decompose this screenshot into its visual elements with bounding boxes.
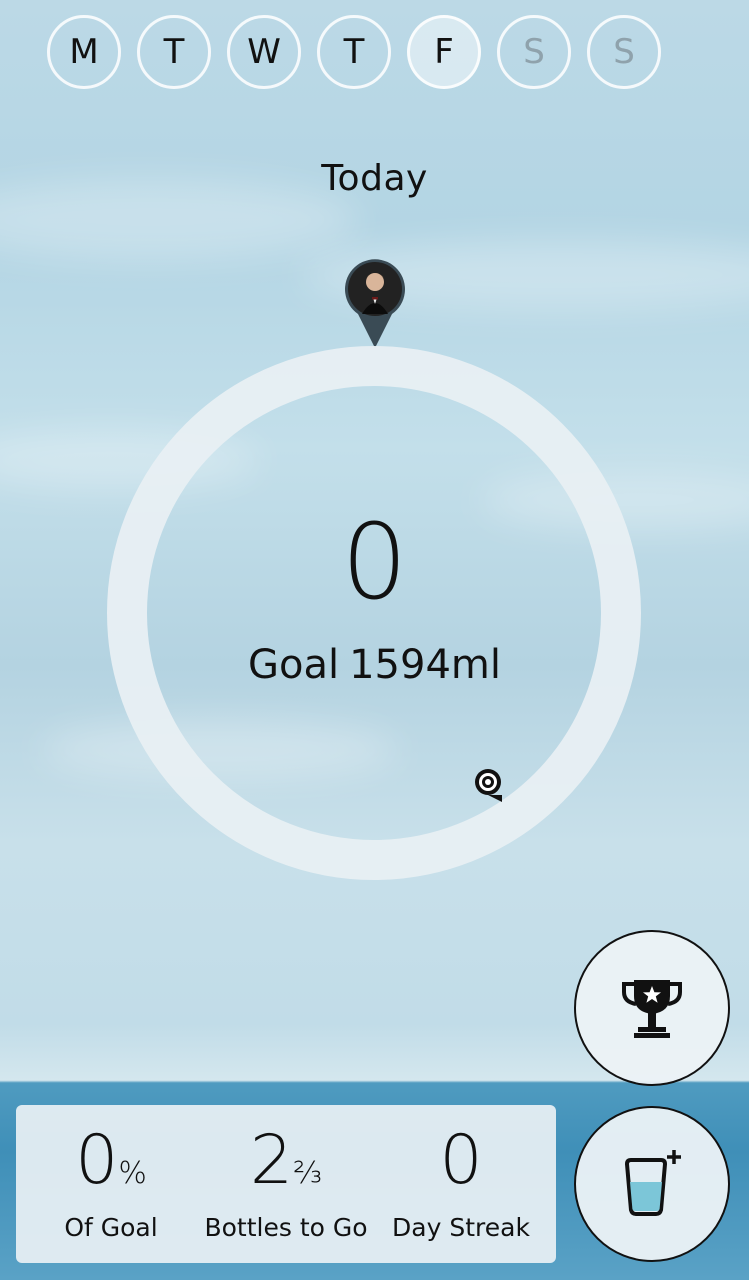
add-drink-icon (624, 1150, 681, 1216)
goal-text: Goal 1594ml (0, 642, 749, 688)
day-sunday[interactable]: S (587, 15, 661, 89)
avatar-pin[interactable] (344, 258, 406, 348)
day-monday[interactable]: M (47, 15, 121, 89)
goal-value: 1594ml (349, 642, 501, 688)
percent-label: Of Goal (64, 1213, 158, 1242)
day-saturday[interactable]: S (497, 15, 571, 89)
week-day-selector: M T W T F S S (47, 15, 661, 89)
streak-value: 0 (439, 1121, 483, 1200)
water-count: 0 (341, 501, 408, 623)
target-marker-icon (475, 769, 502, 802)
trophy-icon (622, 980, 682, 1038)
bottles-fraction: ⅔ (293, 1156, 323, 1191)
bottles-label: Bottles to Go (204, 1213, 368, 1242)
stats-panel: 0% Of Goal 2⅔ Bottles to Go 0 Day Streak (16, 1105, 556, 1263)
streak-label: Day Streak (392, 1213, 530, 1242)
day-tuesday[interactable]: T (137, 15, 211, 89)
day-thursday[interactable]: T (317, 15, 391, 89)
stat-day-streak: 0 Day Streak (391, 1121, 531, 1243)
day-wednesday[interactable]: W (227, 15, 301, 89)
day-friday[interactable]: F (407, 15, 481, 89)
add-drink-button[interactable] (574, 1106, 730, 1262)
achievements-button[interactable] (574, 930, 730, 1086)
bottles-value: 2 (249, 1121, 294, 1200)
percent-suffix: % (118, 1156, 147, 1191)
stat-percent-of-goal: 0% Of Goal (46, 1127, 176, 1243)
stat-bottles-to-go: 2⅔ Bottles to Go (201, 1127, 371, 1243)
goal-label: Goal (248, 642, 340, 688)
percent-value: 0 (75, 1121, 119, 1200)
page-title: Today (321, 158, 428, 199)
